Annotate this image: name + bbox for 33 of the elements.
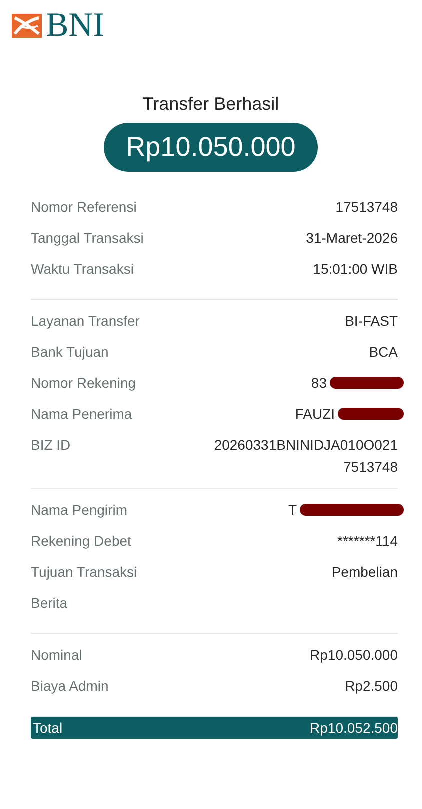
field-value: 83 (311, 374, 327, 391)
field-value: Rp2.500 (345, 677, 398, 694)
field-label: Bank Tujuan (31, 343, 109, 360)
field-label: Nominal (31, 646, 82, 663)
field-label: Berita (31, 594, 68, 611)
field-value: 15:01:00 WIB (313, 260, 398, 277)
field-label: Nama Pengirim (31, 501, 128, 518)
field-label: Waktu Transaksi (31, 260, 134, 277)
field-label: Tujuan Transaksi (31, 563, 138, 580)
field-label: Layanan Transfer (31, 312, 140, 329)
logo-icon (12, 14, 42, 38)
field-label: Nama Penerima (31, 405, 132, 422)
field-label: Tanggal Transaksi (31, 229, 144, 246)
logo-text: BNI (46, 10, 105, 42)
field-value: T (288, 501, 297, 518)
status-title: Transfer Berhasil (142, 94, 280, 115)
field-value: Rp10.050.000 (310, 646, 398, 663)
field-label: Nomor Rekening (31, 374, 136, 391)
field-label: BIZ ID (31, 436, 71, 453)
field-label: Nomor Referensi (31, 198, 137, 215)
field-value: 31-Maret-2026 (306, 229, 398, 246)
field-value: 20260331BNINIDJA010O0217513748 (213, 436, 398, 477)
field-value: BI-FAST (345, 312, 398, 329)
total-value: Rp10.052.500 (310, 720, 398, 736)
field-value: FAUZI (295, 405, 335, 422)
field-value: 17513748 (336, 198, 398, 215)
field-value: BCA (369, 343, 398, 360)
field-value: Pembelian (332, 563, 398, 580)
total-label: Total (33, 720, 63, 736)
field-value: *******114 (338, 532, 398, 549)
field-label: Rekening Debet (31, 532, 132, 549)
field-label: Biaya Admin (31, 677, 109, 694)
amount-badge: Rp10.050.000 (104, 123, 318, 172)
